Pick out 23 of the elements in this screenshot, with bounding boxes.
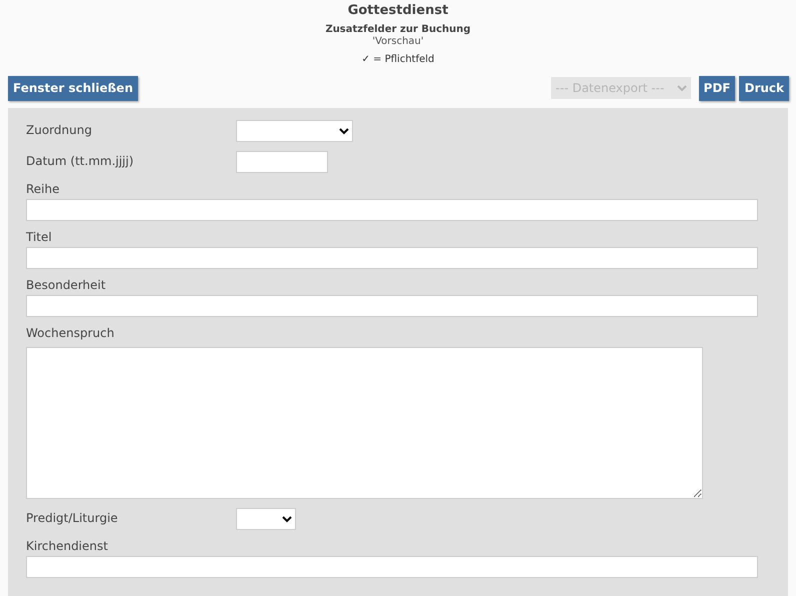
- field-label: Titel: [26, 230, 52, 245]
- required-legend: ✓ = Pflichtfeld: [362, 54, 434, 66]
- input-field[interactable]: [26, 199, 758, 221]
- preview-label: 'Vorschau': [372, 36, 424, 48]
- field-label: Reihe: [26, 182, 60, 197]
- field-label: Zuordnung: [26, 122, 93, 138]
- input-field[interactable]: [26, 247, 758, 269]
- form-subtitle: Zusatzfelder zur Buchung: [325, 24, 471, 36]
- field-label: Besonderheit: [26, 278, 106, 293]
- select-field[interactable]: [236, 508, 296, 530]
- pdf-button[interactable]: PDF: [698, 76, 736, 100]
- input-field[interactable]: [26, 295, 758, 317]
- window-title: Gottestdienst: [348, 3, 448, 19]
- close-window-button[interactable]: Fenster schließen: [8, 76, 138, 100]
- field-label: Predigt/Liturgie: [26, 510, 119, 526]
- date-field[interactable]: [236, 151, 328, 173]
- select-field[interactable]: [236, 120, 353, 142]
- input-field[interactable]: [26, 556, 758, 578]
- field-label: Kirchendienst: [26, 539, 108, 554]
- field-label: Wochenspruch: [26, 326, 114, 341]
- print-button[interactable]: Druck: [739, 76, 789, 100]
- textarea-field[interactable]: [26, 347, 703, 499]
- field-label: Datum (tt.mm.jjjj): [26, 153, 135, 169]
